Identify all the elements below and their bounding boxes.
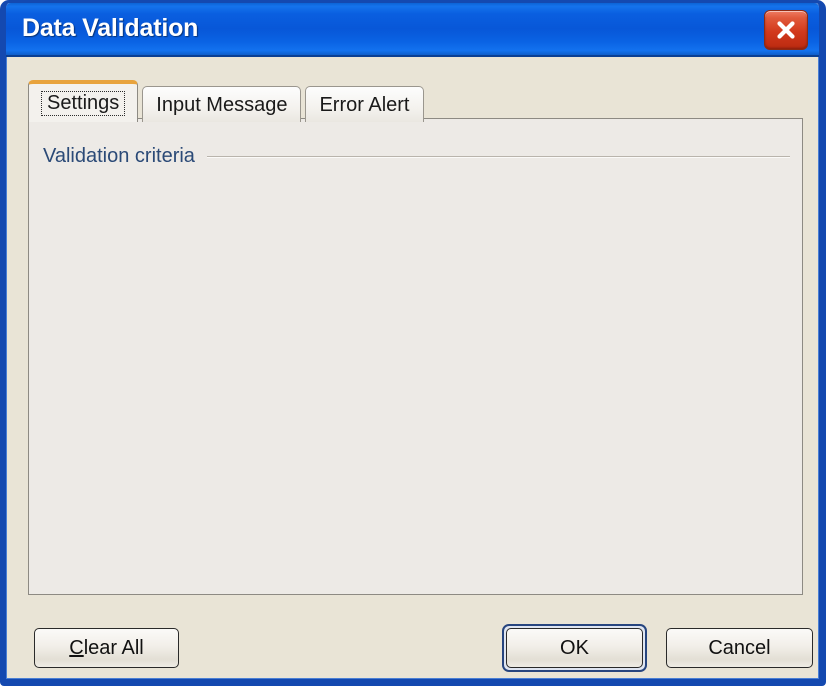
validation-criteria-group-header: Validation criteria <box>43 144 790 168</box>
tab-settings-label: Settings <box>41 91 126 116</box>
dialog-title: Data Validation <box>22 14 199 42</box>
tab-input-message-label: Input Message <box>156 93 288 116</box>
clear-all-accel: C <box>69 636 84 659</box>
cancel-button[interactable]: Cancel <box>666 628 813 668</box>
group-separator-rule <box>206 155 790 157</box>
ok-button[interactable]: OK <box>506 628 643 668</box>
close-button[interactable] <box>764 10 808 50</box>
clear-all-rest: lear All <box>83 636 144 659</box>
tab-strip: Settings Input Message Error Alert <box>28 80 428 122</box>
tab-input-message[interactable]: Input Message <box>142 86 302 122</box>
tab-error-alert-label: Error Alert <box>319 93 410 116</box>
validation-criteria-label: Validation criteria <box>43 144 195 167</box>
data-validation-dialog: Data Validation Settings Input Message E… <box>0 0 826 686</box>
clear-all-button[interactable]: Clear All <box>34 628 179 668</box>
settings-tab-panel: Validation criteria <box>28 118 803 595</box>
title-bar: Data Validation <box>6 3 819 57</box>
tab-error-alert[interactable]: Error Alert <box>305 86 424 122</box>
ok-button-default-ring: OK <box>502 624 647 672</box>
tab-settings[interactable]: Settings <box>28 80 139 122</box>
